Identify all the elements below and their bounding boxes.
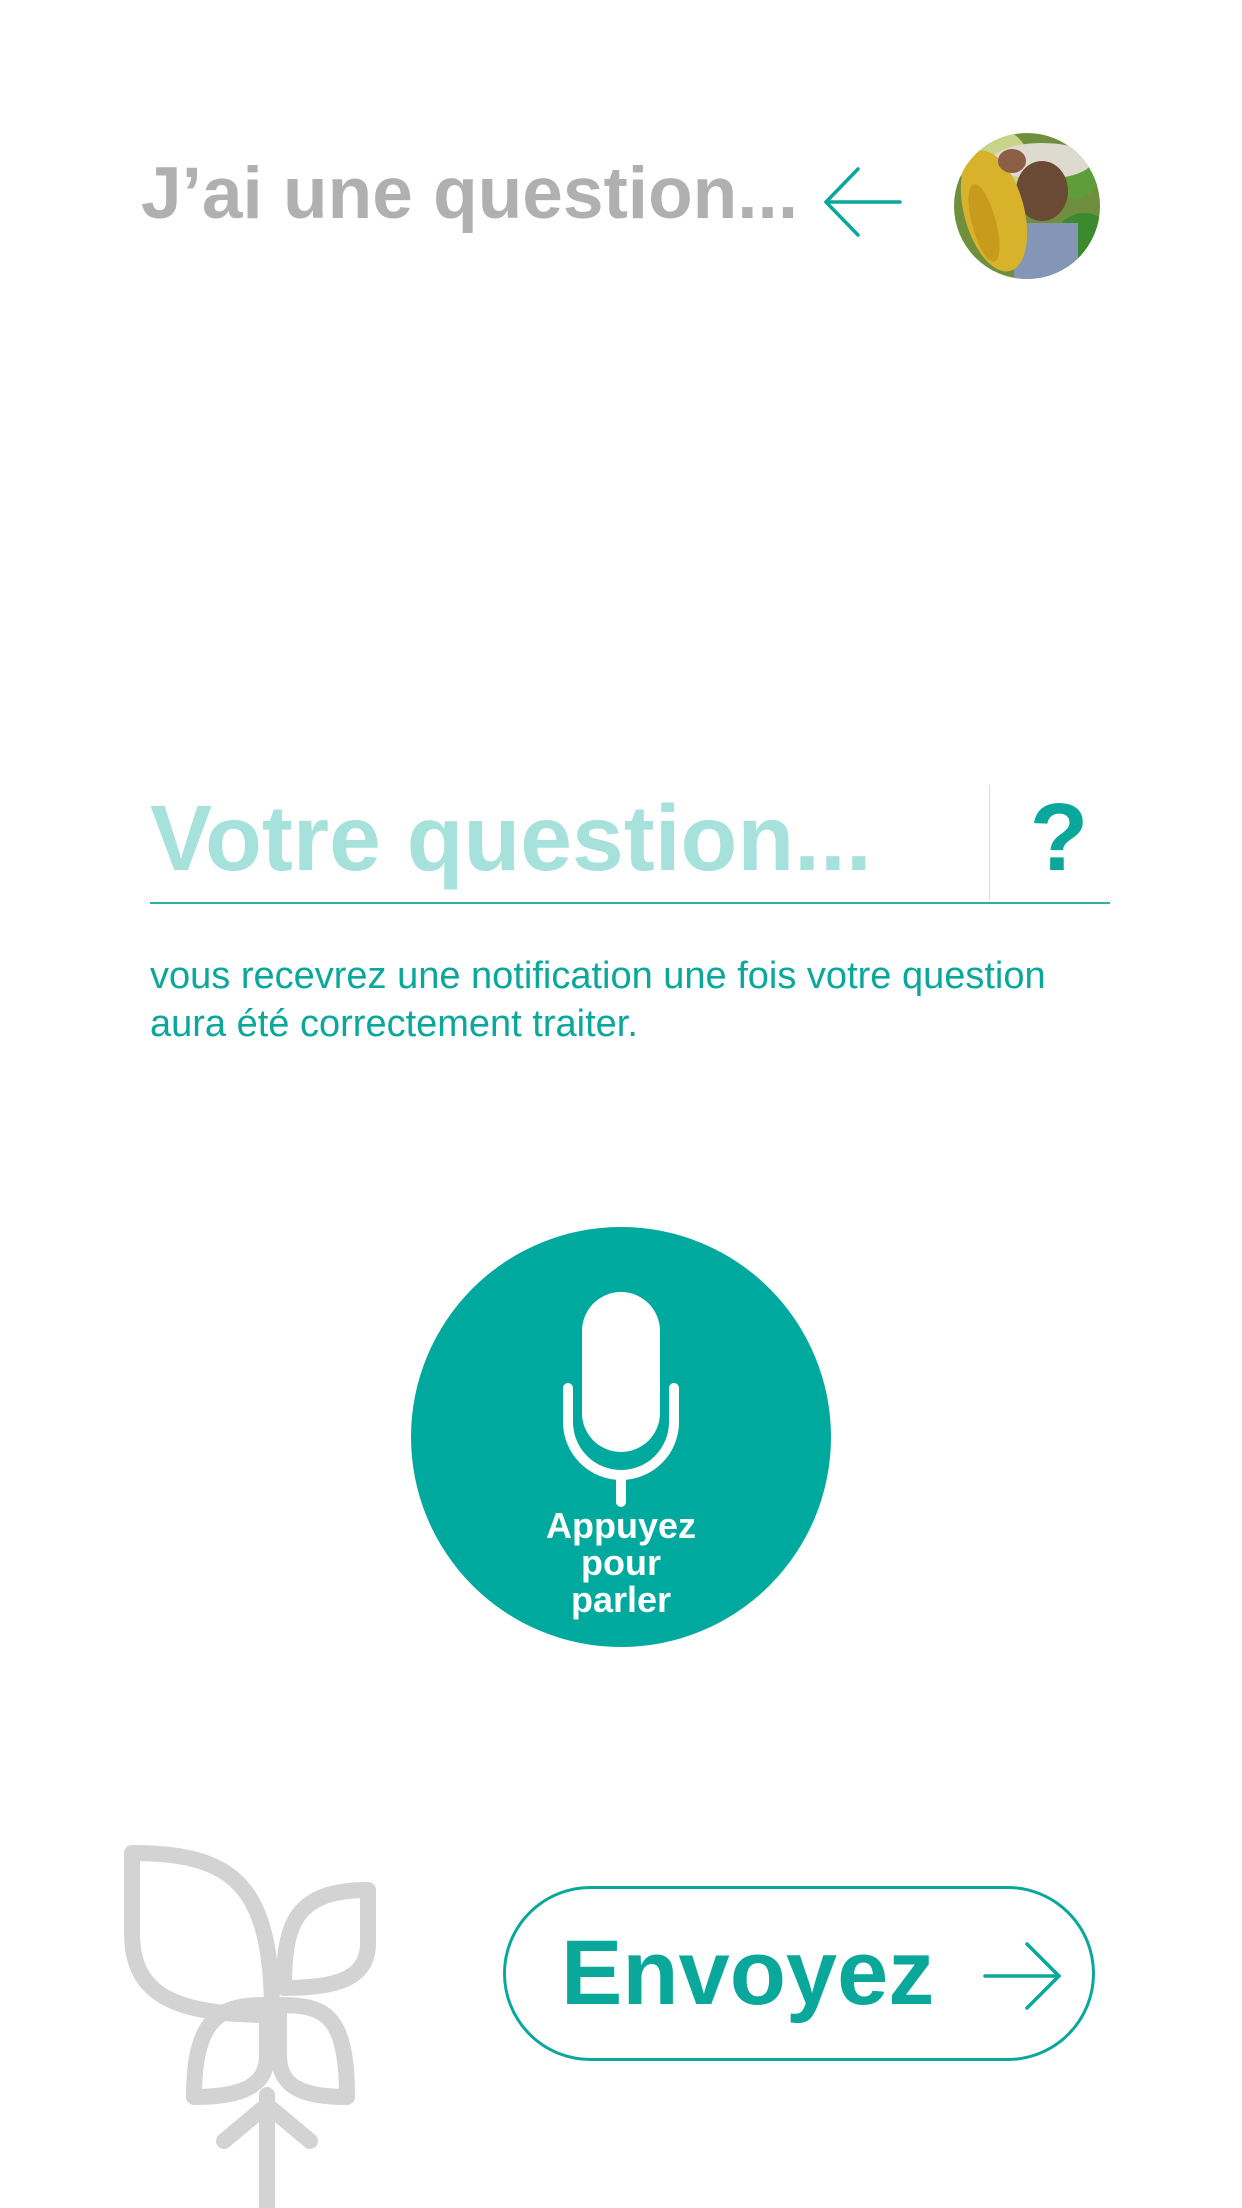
back-button[interactable]	[822, 166, 902, 238]
push-to-talk-button[interactable]: Appuyez pour parler	[411, 1227, 831, 1647]
page-title: J’ai une question...	[141, 153, 799, 234]
notification-notice: vous recevrez une notification une fois …	[150, 955, 1046, 1045]
help-button[interactable]: ?	[1020, 778, 1098, 898]
push-to-talk-label-line1: Appuyez	[545, 1505, 696, 1546]
input-underline	[150, 902, 1110, 904]
plant-logo-icon	[124, 1845, 376, 2208]
avatar[interactable]	[954, 133, 1100, 279]
send-button[interactable]: Envoyez	[503, 1886, 1095, 2061]
microphone-icon	[563, 1292, 679, 1507]
push-to-talk-label-line3: parler	[570, 1579, 672, 1620]
push-to-talk-label: Appuyez pour parler	[411, 1507, 831, 1618]
user-photo	[954, 133, 1100, 279]
push-to-talk-label-line2: pour	[581, 1542, 661, 1583]
arrow-left-icon	[824, 167, 902, 237]
arrow-right-icon	[983, 1942, 1061, 2010]
field-divider	[989, 785, 990, 901]
send-button-label: Envoyez	[561, 1922, 935, 2024]
question-input[interactable]	[150, 778, 980, 898]
